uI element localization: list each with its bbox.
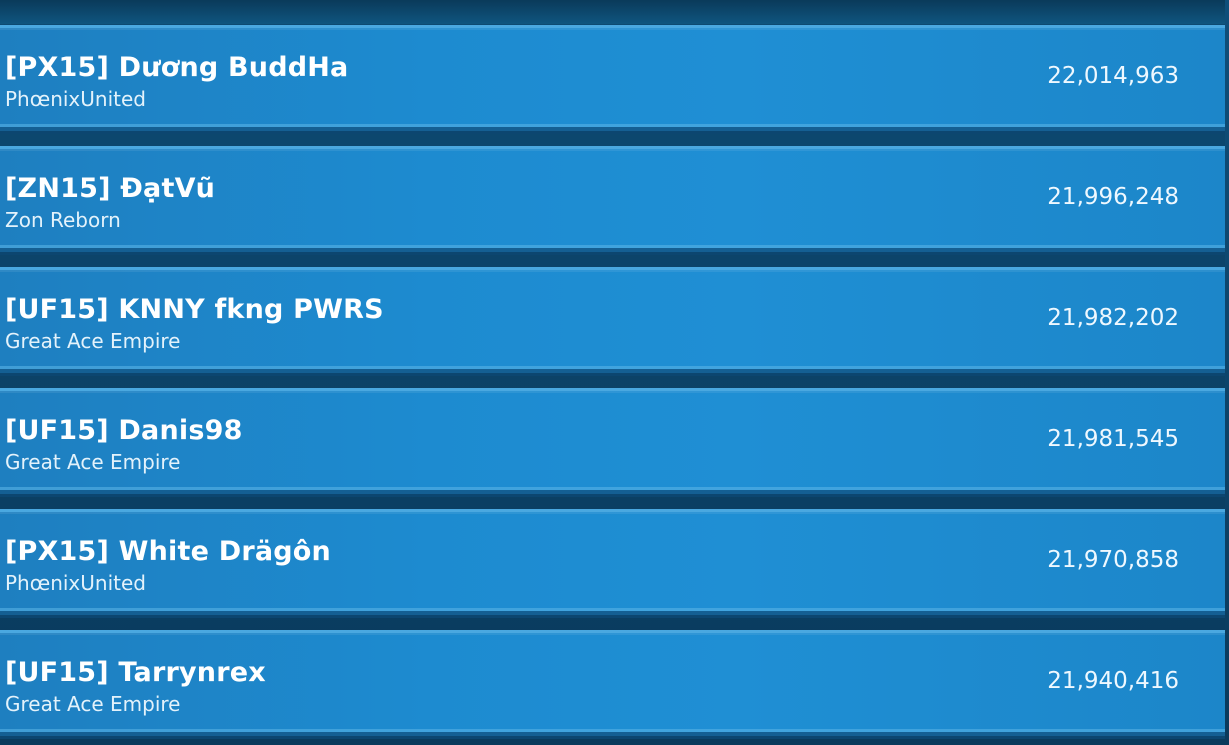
power-value: 21,982,202 bbox=[1047, 305, 1179, 331]
alliance-name: Great Ace Empire bbox=[5, 450, 181, 474]
player-name: [ZN15] ĐạtVũ bbox=[5, 173, 216, 204]
header-strip bbox=[0, 0, 1229, 24]
power-value: 21,970,858 bbox=[1047, 547, 1179, 573]
power-value: 22,014,963 bbox=[1047, 63, 1179, 89]
power-value: 21,996,248 bbox=[1047, 184, 1179, 210]
player-name: [UF15] Tarrynrex bbox=[5, 657, 266, 688]
alliance-name: PhœnixUnited bbox=[5, 87, 146, 111]
alliance-name: PhœnixUnited bbox=[5, 571, 146, 595]
leaderboard-row[interactable]: [UF15] KNNY fkng PWRS Great Ace Empire 2… bbox=[0, 267, 1229, 373]
leaderboard-row[interactable]: [UF15] Tarrynrex Great Ace Empire 21,940… bbox=[0, 630, 1229, 736]
player-name: [PX15] White Drägôn bbox=[5, 536, 331, 567]
leaderboard-row[interactable]: [ZN15] ĐạtVũ Zon Reborn 21,996,248 bbox=[0, 146, 1229, 252]
player-name: [PX15] Dương BuddHa bbox=[5, 52, 349, 83]
leaderboard-row[interactable]: [PX15] White Drägôn PhœnixUnited 21,970,… bbox=[0, 509, 1229, 615]
leaderboard-row[interactable]: [PX15] Dương BuddHa PhœnixUnited 22,014,… bbox=[0, 25, 1229, 131]
leaderboard-screen: [PX15] Dương BuddHa PhœnixUnited 22,014,… bbox=[0, 0, 1229, 745]
player-name: [UF15] Danis98 bbox=[5, 415, 243, 446]
power-value: 21,940,416 bbox=[1047, 668, 1179, 694]
player-name: [UF15] KNNY fkng PWRS bbox=[5, 294, 384, 325]
alliance-name: Great Ace Empire bbox=[5, 329, 181, 353]
scroll-edge bbox=[1225, 0, 1229, 745]
leaderboard-row[interactable]: [UF15] Danis98 Great Ace Empire 21,981,5… bbox=[0, 388, 1229, 494]
alliance-name: Zon Reborn bbox=[5, 208, 121, 232]
alliance-name: Great Ace Empire bbox=[5, 692, 181, 716]
power-value: 21,981,545 bbox=[1047, 426, 1179, 452]
